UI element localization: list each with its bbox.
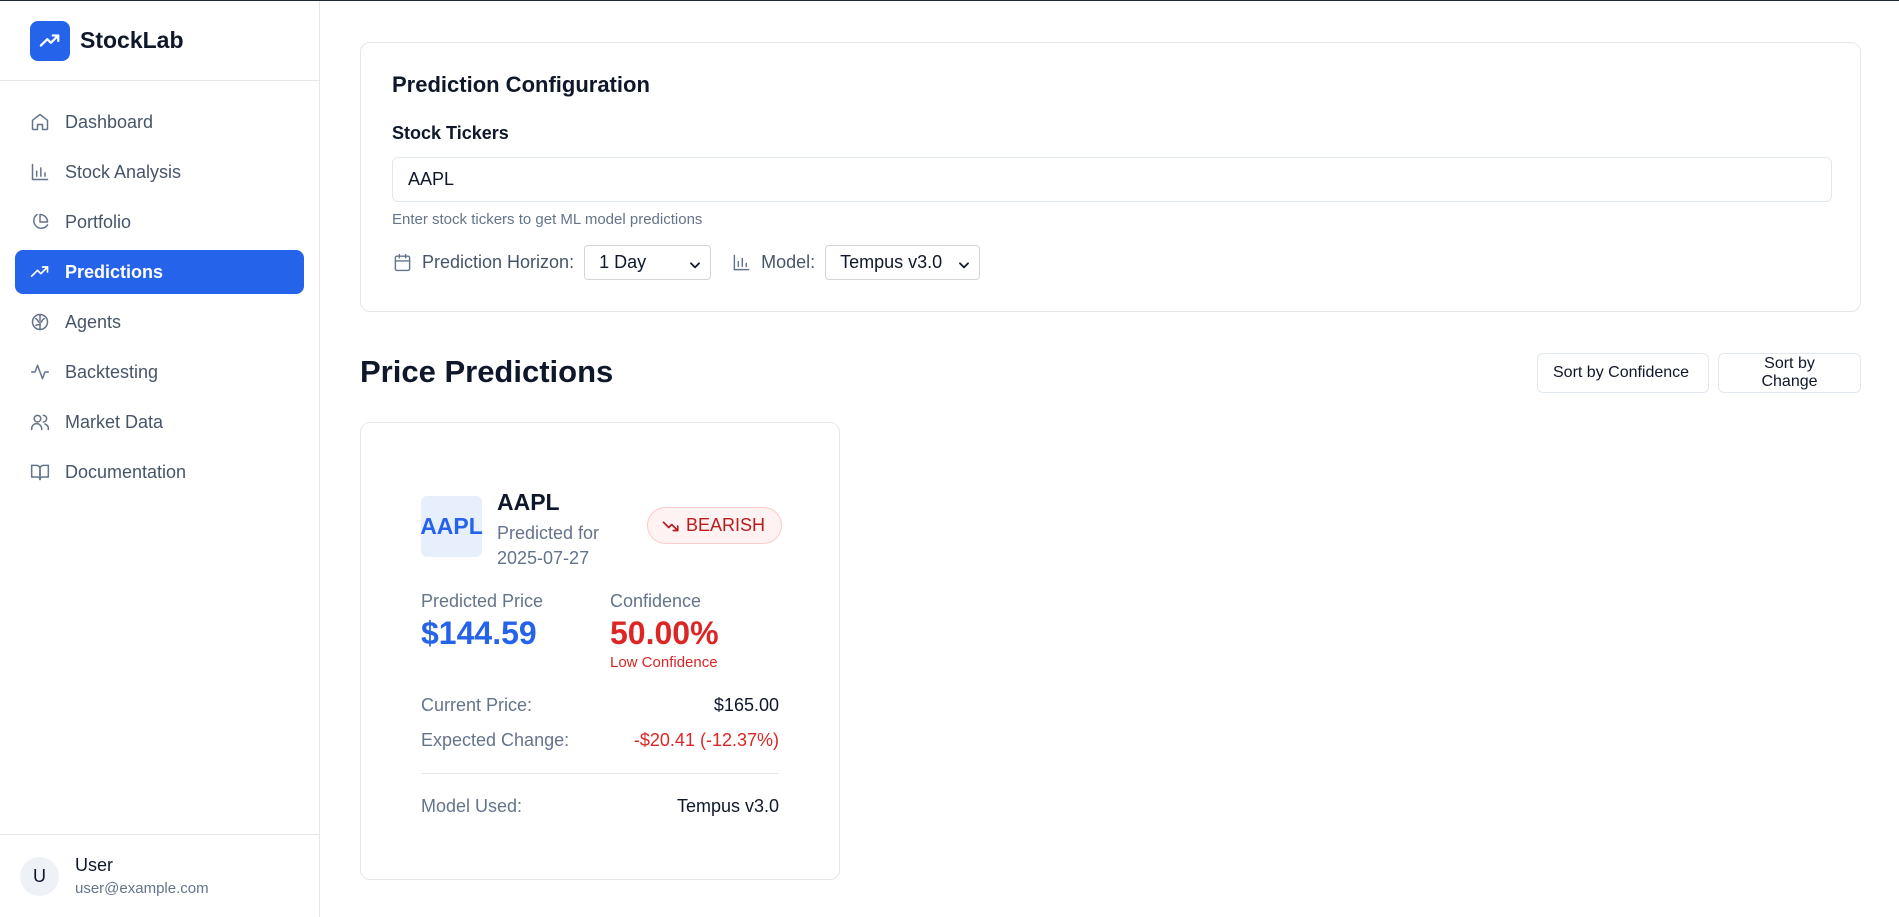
sidebar-item-dashboard[interactable]: Dashboard [15, 100, 304, 144]
sidebar-nav: Dashboard Stock Analysis Portfolio Predi… [0, 81, 319, 494]
trending-up-logo-icon [30, 20, 70, 61]
brand[interactable]: StockLab [0, 1, 319, 81]
ticker-name: AAPL [497, 489, 560, 515]
config-title: Prediction Configuration [392, 72, 650, 97]
tickers-label: Stock Tickers [392, 123, 509, 143]
model-used-value: Tempus v3.0 [676, 796, 779, 816]
sidebar-item-label: Portfolio [65, 211, 132, 232]
sidebar-item-predictions[interactable]: Predictions [15, 250, 304, 294]
current-price-label: Current Price: [421, 695, 533, 715]
tickers-input[interactable] [392, 157, 1832, 202]
sidebar-item-portfolio[interactable]: Portfolio [15, 200, 304, 244]
app-name: StockLab [80, 27, 184, 53]
activity-icon [29, 361, 51, 383]
chevron-down-icon [957, 256, 971, 277]
section-title: Price Predictions [360, 354, 614, 389]
sidebar-item-label: Agents [65, 311, 122, 332]
horizon-label: Prediction Horizon: [422, 252, 575, 272]
bar-chart-icon [29, 161, 51, 183]
expected-change-row: Expected Change: -$20.41 (-12.37%) [421, 730, 779, 751]
current-price-row: Current Price: $165.00 [421, 695, 779, 716]
trend-badge: BEARISH [647, 507, 783, 544]
tickers-help-text: Enter stock tickers to get ML model pred… [392, 211, 703, 228]
users-icon [29, 411, 51, 433]
expected-change-value: -$20.41 (-12.37%) [633, 730, 779, 750]
horizon-value: 1 Day [599, 252, 647, 272]
chevron-down-icon [688, 256, 702, 277]
sort-by-change-button[interactable]: Sort by Change [1718, 353, 1861, 393]
confidence-note: Low Confidence [610, 654, 718, 671]
model-label: Model: [761, 252, 816, 272]
horizon-select[interactable]: 1 Day [584, 245, 712, 280]
user-meta: User user@example.com [75, 855, 209, 897]
brain-icon [29, 311, 51, 333]
user-name: User [75, 855, 114, 875]
bar-chart-icon [731, 253, 751, 273]
user-profile[interactable]: U User user@example.com [0, 834, 319, 917]
predicted-price-value: $144.59 [421, 615, 537, 651]
model-used-label: Model Used: [421, 796, 523, 816]
sidebar-item-market-data[interactable]: Market Data [15, 400, 304, 444]
prediction-options: Prediction Horizon: 1 Day Model: Tempus … [392, 245, 981, 280]
current-price-value: $165.00 [713, 695, 779, 715]
user-email: user@example.com [75, 880, 209, 897]
calendar-icon [392, 253, 412, 273]
avatar: U [20, 856, 59, 896]
predicted-for: Predicted for 2025-07-27 [497, 523, 600, 568]
sidebar-item-label: Predictions [65, 261, 164, 282]
sidebar-item-label: Stock Analysis [65, 161, 182, 182]
model-used-row: Model Used: Tempus v3.0 [421, 796, 779, 817]
sidebar-item-label: Market Data [65, 411, 164, 432]
card-divider [421, 773, 779, 774]
sidebar-item-label: Dashboard [65, 111, 154, 132]
sidebar-item-backtesting[interactable]: Backtesting [15, 350, 304, 394]
sidebar-item-label: Documentation [65, 461, 187, 482]
prediction-config-card: Prediction Configuration Stock Tickers E… [360, 42, 1861, 312]
confidence-label: Confidence [610, 591, 702, 611]
sort-by-confidence-button[interactable]: Sort by Confidence [1537, 353, 1709, 393]
trending-up-icon [29, 261, 51, 283]
expected-change-label: Expected Change: [421, 730, 570, 750]
sidebar-item-agents[interactable]: Agents [15, 300, 304, 344]
sidebar: StockLab Dashboard Stock Analysis Portfo… [0, 1, 320, 917]
pie-chart-icon [29, 211, 51, 233]
trend-label: BEARISH [686, 515, 766, 535]
prediction-card[interactable]: AAPL AAPL Predicted for 2025-07-27 BEARI… [360, 422, 840, 880]
home-icon [29, 111, 51, 133]
model-select[interactable]: Tempus v3.0 [825, 245, 981, 280]
model-value: Tempus v3.0 [840, 252, 943, 272]
trending-down-icon [662, 517, 680, 535]
book-icon [29, 461, 51, 483]
sidebar-item-label: Backtesting [65, 361, 159, 382]
confidence-value: 50.00% [610, 615, 719, 651]
sidebar-item-documentation[interactable]: Documentation [15, 450, 304, 494]
sidebar-item-stock-analysis[interactable]: Stock Analysis [15, 150, 304, 194]
predicted-price-label: Predicted Price [421, 591, 544, 611]
ticker-badge: AAPL [420, 496, 483, 557]
